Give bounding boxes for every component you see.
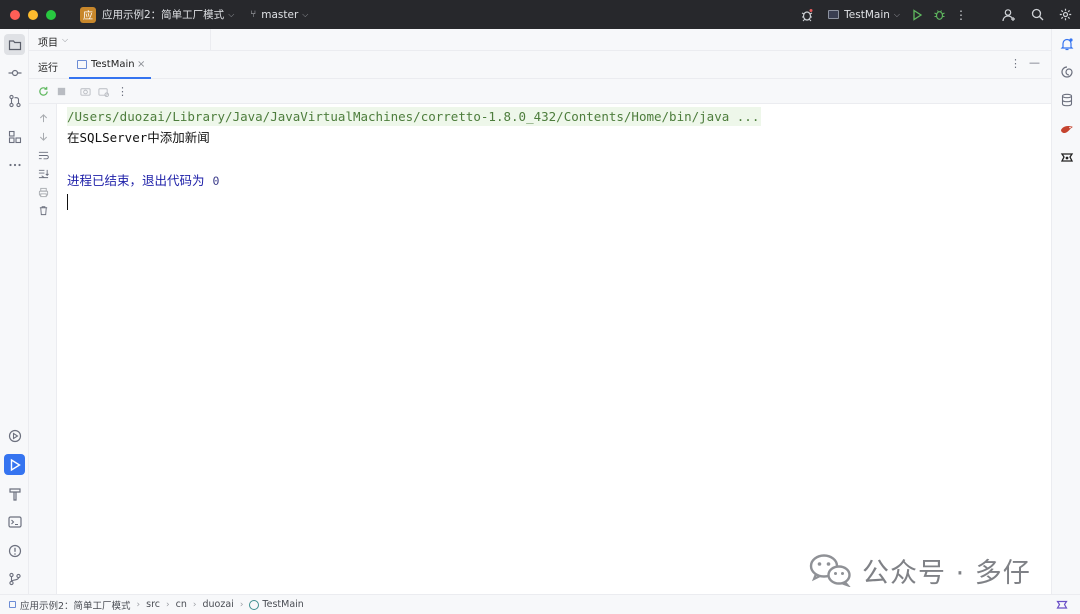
chevron-down-icon: ⌵	[893, 9, 900, 19]
project-name[interactable]: 应用示例2：简单工厂模式	[102, 7, 224, 22]
chevron-down-icon[interactable]: ⌵	[228, 10, 234, 20]
branch-name[interactable]: master	[261, 9, 298, 21]
chevron-right-icon: ›	[239, 599, 244, 610]
process-exit-line: 进程已结束，退出代码为 0	[67, 171, 219, 190]
minimize-window-button[interactable]	[28, 9, 38, 20]
breadcrumb-cn[interactable]: cn	[176, 599, 187, 610]
program-output-line: 在SQLServer中添加新闻	[67, 128, 210, 147]
project-panel-header: 项目 ⌵	[29, 29, 1051, 51]
panel-divider[interactable]	[210, 29, 211, 51]
ai-status-icon[interactable]	[1056, 599, 1068, 614]
print-icon[interactable]	[37, 186, 49, 198]
run-toolbar: ⋮	[29, 79, 1051, 104]
branch-icon: ⑂	[250, 9, 257, 20]
arrow-up-icon[interactable]	[37, 112, 49, 124]
exit-message: 进程已结束，退出代码为	[67, 173, 205, 188]
breadcrumb-testmain[interactable]: TestMain	[262, 599, 303, 610]
run-icon[interactable]	[906, 4, 928, 26]
notifications-bell-icon[interactable]	[1057, 34, 1076, 53]
structure-icon[interactable]	[4, 126, 25, 147]
run-panel-header: 运行 TestMain × ⋮ —	[29, 51, 1051, 79]
stop-icon[interactable]	[55, 85, 68, 98]
zoom-window-button[interactable]	[46, 9, 56, 20]
breadcrumb-project[interactable]: 应用示例2：简单工厂模式	[20, 598, 131, 612]
right-tool-strip	[1051, 29, 1080, 594]
run-tool-icon[interactable]	[4, 454, 25, 475]
debug-icon[interactable]	[928, 4, 950, 26]
more-vertical-icon[interactable]: ⋮	[1010, 57, 1021, 70]
status-bar: 应用示例2：简单工厂模式 › src › cn › duozai › TestM…	[0, 594, 1080, 614]
more-vertical-icon[interactable]: ⋮	[116, 85, 129, 98]
close-window-button[interactable]	[10, 9, 20, 20]
chevron-right-icon: ›	[192, 599, 197, 610]
window-controls	[10, 9, 56, 20]
output-text: 中添加新闻	[147, 130, 210, 145]
text-caret	[67, 194, 68, 210]
settings-gear-icon[interactable]	[1054, 4, 1076, 26]
services-icon[interactable]	[4, 425, 25, 446]
git-branch-icon[interactable]	[4, 568, 25, 589]
app-icon	[828, 10, 840, 19]
more-horizontal-icon[interactable]	[4, 154, 25, 175]
console-output[interactable]: /Users/duozai/Library/Java/JavaVirtualMa…	[57, 104, 1051, 594]
breadcrumb-src[interactable]: src	[146, 599, 160, 610]
exit-code: 0	[212, 174, 220, 188]
build-hammer-icon[interactable]	[4, 483, 25, 504]
add-user-icon[interactable]	[998, 4, 1020, 26]
database-icon[interactable]	[1057, 90, 1076, 109]
app-icon	[77, 60, 87, 69]
search-icon[interactable]	[1026, 4, 1048, 26]
command-line[interactable]: /Users/duozai/Library/Java/JavaVirtualMa…	[67, 107, 762, 126]
terminal-icon[interactable]	[4, 511, 25, 532]
project-badge[interactable]: 应	[80, 6, 96, 23]
chevron-down-icon[interactable]: ⌵	[302, 10, 308, 20]
run-config-selector[interactable]: TestMain ⌵	[828, 9, 900, 21]
minimize-panel-icon[interactable]: —	[1029, 56, 1040, 69]
problems-icon[interactable]	[4, 540, 25, 561]
left-tool-strip	[0, 29, 29, 594]
soft-wrap-icon[interactable]	[37, 149, 49, 161]
breadcrumb-duozai[interactable]: duozai	[203, 599, 234, 610]
wechat-logo	[809, 554, 851, 587]
run-config-name: TestMain	[844, 8, 890, 21]
module-icon	[9, 601, 16, 608]
arrow-down-icon[interactable]	[37, 130, 49, 142]
run-panel-title: 运行	[38, 63, 58, 74]
chevron-down-icon[interactable]: ⌵	[62, 35, 68, 45]
title-bar: 应 应用示例2：简单工厂模式 ⌵ ⑂ master ⌵ TestMain ⌵ ⋮	[0, 0, 1080, 29]
copilot-icon[interactable]	[1057, 148, 1076, 167]
tab-label: TestMain	[91, 59, 135, 70]
trash-icon[interactable]	[37, 204, 49, 216]
scroll-to-end-icon[interactable]	[37, 167, 49, 179]
output-text: 在	[67, 130, 80, 145]
chevron-right-icon: ›	[136, 599, 141, 610]
rerun-icon[interactable]	[37, 85, 50, 98]
ai-assistant-icon[interactable]	[1057, 62, 1076, 81]
commit-icon[interactable]	[4, 62, 25, 83]
output-text-mono: SQLServer	[79, 130, 148, 145]
java-class-icon	[249, 599, 260, 610]
maven-icon[interactable]	[1057, 119, 1076, 138]
watermark-text: 公众号 · 多仔	[862, 557, 1031, 589]
dump-threads-icon[interactable]	[97, 85, 110, 98]
watermark: 公众号 · 多仔	[808, 552, 1031, 589]
bug-icon[interactable]	[796, 4, 818, 26]
more-vertical-icon[interactable]: ⋮	[950, 4, 972, 26]
project-panel-label[interactable]: 项目	[38, 34, 58, 49]
tab-testmain[interactable]: TestMain ×	[69, 51, 151, 79]
chevron-right-icon: ›	[166, 599, 170, 610]
console-side-toolbar	[29, 104, 57, 594]
camera-icon[interactable]	[79, 85, 92, 98]
pull-request-icon[interactable]	[4, 90, 25, 111]
close-tab-icon[interactable]: ×	[137, 59, 145, 70]
folder-icon[interactable]	[4, 34, 25, 55]
